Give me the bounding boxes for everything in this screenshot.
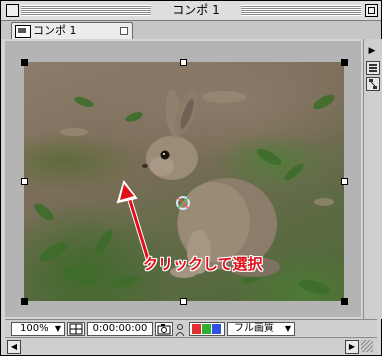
layer-handle-bottom-left[interactable] (21, 298, 28, 305)
red-channel-icon[interactable] (192, 324, 201, 334)
composition-viewer[interactable] (5, 41, 361, 317)
viewer-controls: 100% ▼ 0:00:00:00 フル画質 ▼ (5, 319, 377, 337)
green-channel-icon[interactable] (202, 324, 211, 334)
tab-composition[interactable]: コンポ 1 (11, 22, 133, 39)
layer-handle-left[interactable] (21, 178, 28, 185)
zoom-value: 100% (20, 323, 49, 334)
close-box-icon[interactable] (6, 4, 19, 17)
annotation-label: クリックして選択 (143, 255, 263, 273)
zoom-menu[interactable]: 100% ▼ (11, 322, 65, 336)
resolution-value: フル画質 (234, 323, 274, 334)
composition-icon (15, 25, 31, 38)
tab-label: コンポ 1 (33, 24, 77, 37)
show-snapshot-person-icon[interactable] (174, 322, 186, 337)
composition-window: コンポ 1 コンポ 1 ▶ クリックして選択 100% ▼ 0:00:00:00… (0, 0, 382, 356)
blue-channel-icon[interactable] (212, 324, 221, 334)
layer-handle-top[interactable] (180, 59, 187, 66)
chevron-down-icon: ▼ (284, 324, 291, 333)
tab-bar: コンポ 1 (1, 21, 381, 39)
zoom-box-icon[interactable] (365, 4, 378, 17)
horizontal-scrollbar[interactable]: ◀ ▶ (5, 337, 377, 354)
resolution-menu[interactable]: フル画質 ▼ (227, 322, 295, 336)
window-title: コンポ 1 (151, 2, 241, 18)
current-time-display[interactable]: 0:00:00:00 (87, 322, 153, 336)
layer-handle-bottom-right[interactable] (341, 298, 348, 305)
title-safe-icon[interactable] (67, 322, 85, 336)
layer-handle-top-left[interactable] (21, 59, 28, 66)
scroll-left-icon[interactable]: ◀ (7, 340, 21, 354)
scroll-right-icon[interactable]: ▶ (345, 340, 359, 354)
rabbit (142, 89, 280, 278)
panel-menu-arrow-icon[interactable]: ▶ (366, 45, 378, 57)
color-channels-toggle[interactable] (189, 322, 225, 336)
title-bar[interactable]: コンポ 1 (1, 1, 381, 21)
toggle-comp-flowchart-icon[interactable] (366, 61, 380, 75)
tab-close-icon[interactable] (120, 27, 128, 35)
snapshot-camera-icon[interactable] (155, 322, 173, 336)
flowchart-view-icon[interactable] (366, 77, 380, 91)
chevron-down-icon: ▼ (54, 324, 61, 333)
side-panel: ▶ (363, 39, 382, 319)
layer-handle-right[interactable] (341, 178, 348, 185)
layer-handle-top-right[interactable] (341, 59, 348, 66)
resize-grip-icon[interactable] (361, 340, 373, 352)
layer-handle-bottom[interactable] (180, 298, 187, 305)
